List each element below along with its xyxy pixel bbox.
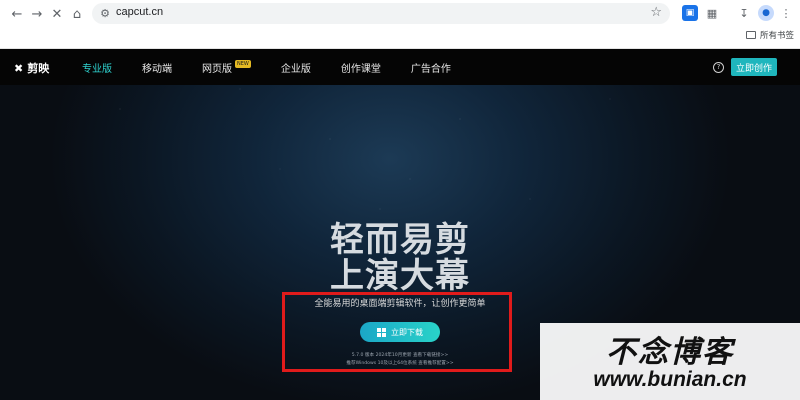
new-badge: NEW [235, 59, 251, 68]
more-icon[interactable]: ⋮ [778, 5, 794, 21]
hero-headline-line2: 上演大幕 [330, 256, 470, 296]
capcut-logo-icon: ✖ [14, 61, 24, 75]
extensions-icon[interactable]: ▦ [704, 5, 720, 21]
screenshot-icon[interactable]: ▣ [682, 5, 698, 21]
create-now-button[interactable]: 立即创作 [731, 58, 777, 76]
main-menu: 专业版 移动端 网页版 NEW 企业版 创作课堂 广告合作 [82, 49, 481, 85]
nav-item-classroom[interactable]: 创作课堂 [341, 60, 381, 75]
back-icon[interactable]: ← [8, 5, 26, 23]
url-text[interactable]: capcut.cn [116, 6, 163, 18]
annotation-highlight-box [282, 292, 512, 372]
site-navbar: ✖ 剪映 专业版 移动端 网页版 NEW 企业版 创作课堂 广告合作 ? 立即创作 [0, 49, 800, 85]
download-icon[interactable]: ↧ [736, 5, 752, 21]
brand-logo[interactable]: ✖ 剪映 [14, 60, 49, 76]
address-bar[interactable]: ⚙ capcut.cn ☆ [92, 3, 670, 24]
nav-item-ads[interactable]: 广告合作 [411, 60, 451, 75]
brand-name: 剪映 [27, 62, 50, 75]
watermark-logo-text: 不念博客 [606, 335, 734, 370]
home-icon[interactable]: ⌂ [68, 5, 86, 23]
star-icon[interactable]: ☆ [650, 5, 662, 20]
nav-item-pro[interactable]: 专业版 [82, 60, 112, 75]
stop-icon[interactable]: ✕ [48, 5, 66, 23]
watermark: 不念博客 www.bunian.cn [540, 323, 800, 400]
nav-item-web-label: 网页版 [202, 63, 232, 75]
site-settings-icon[interactable]: ⚙ [98, 6, 112, 20]
nav-item-mobile[interactable]: 移动端 [142, 60, 172, 75]
folder-icon [745, 31, 756, 39]
help-icon[interactable]: ? [713, 62, 724, 73]
profile-icon[interactable]: ● [758, 5, 774, 21]
forward-icon[interactable]: → [28, 5, 46, 23]
bookmarks-folder-label: 所有书签 [759, 31, 794, 41]
nav-item-enterprise[interactable]: 企业版 [281, 60, 311, 75]
nav-item-web[interactable]: 网页版 NEW [202, 59, 251, 75]
bookmarks-folder[interactable]: 所有书签 [745, 29, 794, 41]
browser-chrome: ← → ✕ ⌂ ⚙ capcut.cn ☆ ▣ ▦ ↧ ● ⋮ 所有书签 [0, 0, 800, 49]
watermark-domain: www.bunian.cn [593, 368, 747, 391]
